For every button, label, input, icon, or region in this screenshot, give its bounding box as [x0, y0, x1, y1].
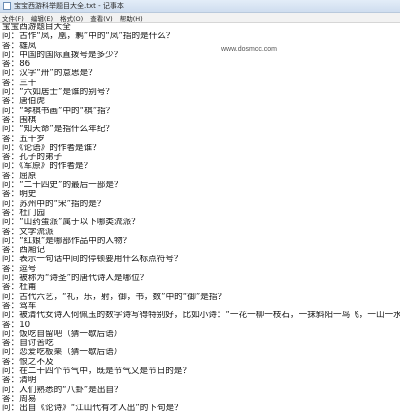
text-line: 答：恨之不及 [2, 357, 54, 367]
text-line: 问：“山药蛋派”属于以下哪类流派？ [2, 218, 140, 228]
text-line: 问：“二十四史”的最后一部是？ [2, 181, 123, 191]
text-line: 答：明史 [2, 190, 37, 200]
text-line: 问：《论语》的作者是谁？ [2, 143, 101, 153]
text-line: 问：“红娘”是哪部作品中的人物？ [2, 236, 132, 246]
text-line: 答：10 [2, 320, 31, 330]
text-line: 问：“六如居士”是谁的别号？ [2, 88, 115, 98]
text-line: 答：唐伯虎 [2, 97, 45, 107]
title-bar[interactable]: 宝宝西游科举题目大全.txt - 记事本 [0, 0, 400, 13]
text-line: 问：《军原》的作者是？ [2, 162, 93, 172]
text-line: 宝宝西游题目大全 [2, 23, 71, 32]
text-line: 问：中国的国际直拨号是多少？ [2, 50, 123, 60]
text-line: 问：人们熟悉的“八卦”是出自？ [2, 385, 123, 395]
text-line: 答：杜甫 [2, 283, 37, 293]
text-line: 答：杜门园 [2, 208, 45, 218]
menu-help[interactable]: 帮助(H) [120, 13, 143, 23]
text-line: 答：西厢记 [2, 246, 45, 256]
text-editor-area[interactable]: 宝宝西游题目大全 问：古作“凤，凰，鹣”中的“凤”指的是什么？ 答：雄凤 问：中国的国… [0, 23, 400, 417]
text-line: 问：苏州中的“宋”指的是？ [2, 199, 106, 209]
text-line: 答：自讨苦吃 [2, 339, 54, 349]
menu-edit[interactable]: 编辑(E) [31, 13, 53, 23]
notepad-icon [3, 2, 11, 10]
text-line: 问：被清代女诗人何佩玉的数字诗写得特别好，比如小诗：“一花一柳一枝石，一抹斜阳一… [2, 311, 400, 321]
text-line: 问：表示一句话中间的停顿要用什么标点符号？ [2, 255, 183, 265]
text-line: 答：屈原 [2, 171, 37, 181]
notepad-window: 宝宝西游科举题目大全.txt - 记事本 文件(F) 编辑(E) 格式(O) 查… [0, 0, 400, 417]
text-line: 答：文学流派 [2, 227, 54, 237]
menu-file[interactable]: 文件(F) [2, 13, 24, 23]
text-line: 问：汉字“卅”的意思是？ [2, 69, 97, 79]
text-line: 答：孔子的弟子 [2, 153, 63, 163]
text-line: 问：“知天命”是指什么年纪？ [2, 125, 115, 135]
text-line: 答：五十岁 [2, 134, 45, 144]
text-line: 答：周易 [2, 394, 37, 404]
text-line: 答：86 [2, 60, 31, 70]
text-line: 答：逗号 [2, 264, 37, 274]
text-line: 问：“琴棋书画”中的“棋”指？ [2, 106, 115, 116]
menu-view[interactable]: 查看(V) [90, 13, 113, 23]
text-line: 答：围棋 [2, 115, 37, 125]
menu-bar: 文件(F) 编辑(E) 格式(O) 查看(V) 帮助(H) [0, 13, 400, 23]
text-line: 答：清明 [2, 376, 37, 386]
text-line: 问：恋爱吃板栗（猜一歇后语） [2, 348, 123, 358]
text-line: 答：驾车 [2, 301, 37, 311]
text-line: 问：饭吃自留吧（猜一歇后语） [2, 329, 123, 339]
window-title: 宝宝西游科举题目大全.txt - 记事本 [14, 2, 124, 10]
text-line: 答：三十 [2, 78, 37, 88]
text-line: 问：古代六艺，“礼，乐，射，御，书，数”中的“御”是指？ [2, 292, 227, 302]
menu-format[interactable]: 格式(O) [60, 13, 83, 23]
text-line: 问：古作“凤，凰，鹣”中的“凤”指的是什么？ [2, 32, 175, 42]
text-line: 答：雄凤 [2, 41, 37, 51]
watermark: www.dosmcc.com [221, 46, 278, 53]
text-line: 问：在二十四个节气中，既是节气又是节日的是？ [2, 366, 192, 376]
text-line: 问：出自《论诗》“江山代有才人出”的下句是？ [2, 404, 183, 414]
text-line: 问：被称为“诗圣”的唐代诗人是哪位？ [2, 274, 149, 284]
